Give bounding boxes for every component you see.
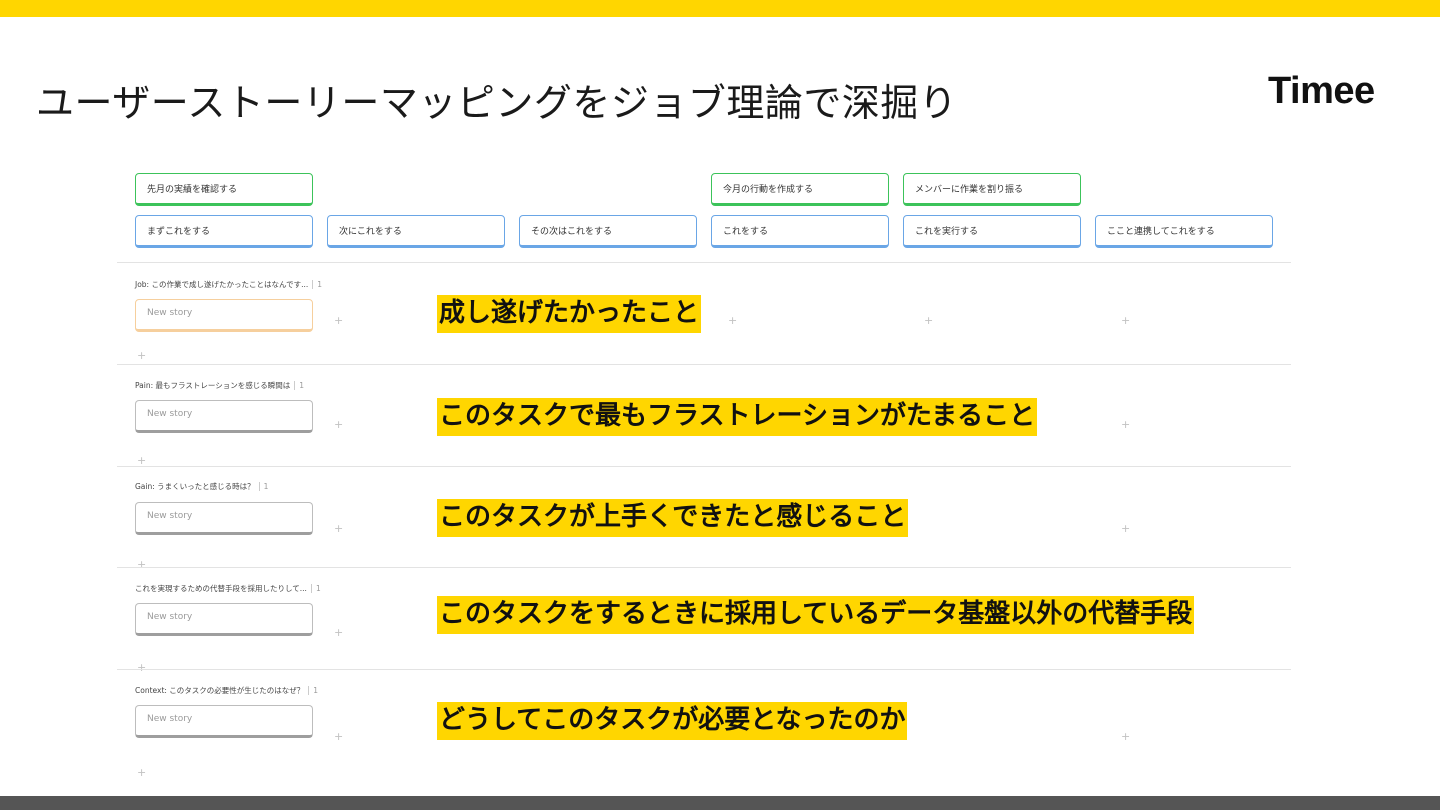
release-row-title: Job: この作業で成し遂げたかったことはなんです...	[135, 280, 309, 289]
new-story-card[interactable]: New story	[135, 705, 313, 738]
pain-annotation: このタスクで最もフラストレーションがたまること	[437, 398, 1038, 436]
add-story-icon[interactable]: +	[924, 315, 933, 326]
row-divider	[117, 567, 1291, 568]
row-divider	[117, 669, 1291, 670]
step-card[interactable]: 次にこれをする	[327, 215, 505, 248]
context-annotation: どうしてこのタスクが必要となったのか	[437, 702, 908, 740]
new-story-card[interactable]: New story	[135, 299, 313, 332]
add-story-icon[interactable]: +	[334, 523, 343, 534]
release-row-count: 1	[258, 482, 269, 491]
bottom-bar	[0, 796, 1440, 810]
step-card[interactable]: まずこれをする	[135, 215, 313, 248]
new-story-card[interactable]: New story	[135, 603, 313, 636]
release-row-title: これを実現するための代替手段を採用したりして...	[135, 584, 307, 593]
row-divider	[117, 262, 1291, 263]
activity-card[interactable]: メンバーに作業を割り振る	[903, 173, 1081, 206]
release-row-count: 1	[312, 280, 323, 289]
release-row-count: 1	[310, 584, 321, 593]
release-row-label[interactable]: Gain: うまくいったと感じる時は？ 1	[135, 481, 269, 492]
add-story-icon[interactable]: +	[728, 315, 737, 326]
add-story-icon[interactable]: +	[1121, 419, 1130, 430]
add-story-icon[interactable]: +	[334, 419, 343, 430]
activity-card[interactable]: 先月の実績を確認する	[135, 173, 313, 206]
new-story-card[interactable]: New story	[135, 502, 313, 535]
release-row-label[interactable]: Pain: 最もフラストレーションを感じる瞬間は 1	[135, 380, 305, 391]
add-row-icon[interactable]: +	[137, 559, 146, 570]
step-card[interactable]: ここと連携してこれをする	[1095, 215, 1273, 248]
add-row-icon[interactable]: +	[137, 662, 146, 673]
add-story-icon[interactable]: +	[1121, 523, 1130, 534]
alternatives-annotation: このタスクをするときに採用しているデータ基盤以外の代替手段	[437, 596, 1195, 634]
release-row-title: Pain: 最もフラストレーションを感じる瞬間は	[135, 381, 291, 390]
add-story-icon[interactable]: +	[1121, 731, 1130, 742]
step-card[interactable]: その次はこれをする	[519, 215, 697, 248]
top-accent-bar	[0, 0, 1440, 17]
add-story-icon[interactable]: +	[1121, 315, 1130, 326]
activity-card[interactable]: 今月の行動を作成する	[711, 173, 889, 206]
release-row-label[interactable]: これを実現するための代替手段を採用したりして... 1	[135, 583, 321, 594]
slide-title: ユーザーストーリーマッピングをジョブ理論で深掘り	[36, 81, 958, 125]
new-story-card[interactable]: New story	[135, 400, 313, 433]
timee-logo: Timee	[1268, 70, 1375, 112]
release-row-count: 1	[308, 686, 319, 695]
release-row-title: Gain: うまくいったと感じる時は？	[135, 482, 255, 491]
add-row-icon[interactable]: +	[137, 767, 146, 778]
step-card[interactable]: これをする	[711, 215, 889, 248]
add-story-icon[interactable]: +	[334, 731, 343, 742]
add-row-icon[interactable]: +	[137, 350, 146, 361]
release-row-title: Context: このタスクの必要性が生じたのはなぜ？	[135, 686, 305, 695]
add-row-icon[interactable]: +	[137, 455, 146, 466]
gain-annotation: このタスクが上手くできたと感じること	[437, 499, 909, 537]
add-story-icon[interactable]: +	[334, 315, 343, 326]
job-annotation: 成し遂げたかったこと	[437, 295, 702, 333]
row-divider	[117, 466, 1291, 467]
add-story-icon[interactable]: +	[334, 627, 343, 638]
step-card[interactable]: これを実行する	[903, 215, 1081, 248]
row-divider	[117, 364, 1291, 365]
release-row-label[interactable]: Context: このタスクの必要性が生じたのはなぜ？ 1	[135, 685, 319, 696]
release-row-label[interactable]: Job: この作業で成し遂げたかったことはなんです... 1	[135, 279, 323, 290]
release-row-count: 1	[294, 381, 305, 390]
